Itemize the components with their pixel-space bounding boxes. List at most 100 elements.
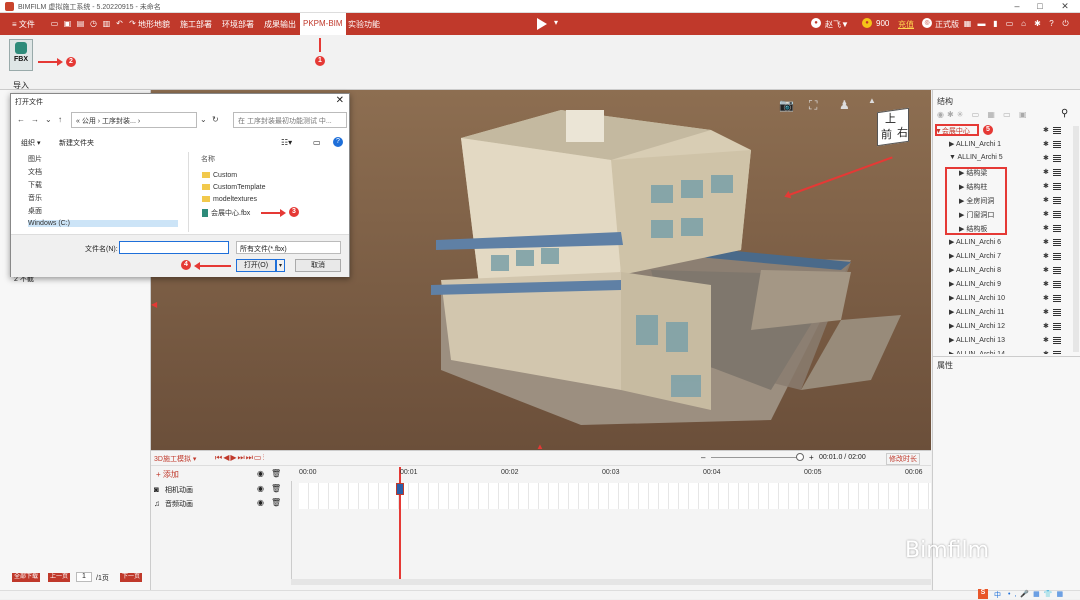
search-field[interactable]: 在 工序封装最初功能测试 中...	[233, 112, 347, 128]
file-menu[interactable]: ≡ 文件	[12, 19, 35, 30]
search-icon[interactable]: ⚲	[1061, 108, 1068, 119]
visibility-toggle-icon[interactable]: ✱	[1043, 308, 1051, 316]
nav-item-drive-c[interactable]: Windows (C:)	[28, 220, 178, 227]
organize-button[interactable]: 组织 ▾	[21, 138, 40, 148]
message-icon[interactable]: ▬	[977, 19, 986, 28]
keyframe[interactable]	[395, 483, 404, 495]
trash-icon[interactable]: 🗑	[271, 498, 281, 507]
address-bar[interactable]: « 公用 › 工序封装... ›	[71, 112, 197, 128]
visibility-toggle-icon[interactable]: ✱	[1043, 196, 1051, 204]
minimize-icon[interactable]: –	[1010, 1, 1024, 11]
layer-list-icon[interactable]	[1053, 309, 1061, 316]
tree-item[interactable]: ▶ ALLIN_Archi 13	[949, 336, 1005, 344]
nav-item-downloads[interactable]: 下载	[28, 180, 42, 190]
prev-page-button[interactable]: 上一页	[48, 573, 71, 582]
nav-item-music[interactable]: 音乐	[28, 193, 42, 203]
file-item-custom[interactable]: Custom	[202, 172, 237, 179]
playback-controls[interactable]: ⏮◀▶⏭⏭▭⫶	[215, 453, 265, 463]
menu-construction[interactable]: 施工部署	[180, 19, 212, 30]
viewcube-right[interactable]: 右	[897, 124, 908, 140]
download-all-button[interactable]: 全部下载	[12, 573, 41, 582]
nav-item-desktop[interactable]: 桌面	[28, 206, 42, 216]
new-folder-button[interactable]: 新建文件夹	[59, 138, 94, 148]
tree-item[interactable]: ▶ ALLIN_Archi 10	[949, 294, 1005, 302]
user-name[interactable]: 赵飞▼	[825, 19, 849, 30]
trash-icon[interactable]: 🗑	[271, 469, 281, 478]
tree-item[interactable]: ▶ ALLIN_Archi 8	[949, 266, 1001, 274]
time-slider-handle[interactable]	[796, 453, 804, 461]
layer-list-icon[interactable]	[1053, 141, 1061, 148]
new-file-icon[interactable]: ▭	[50, 19, 59, 28]
visibility-toggle-icon[interactable]: ✱	[1043, 336, 1051, 344]
redo-icon[interactable]: ↷	[128, 19, 137, 28]
layer-list-icon[interactable]	[1053, 211, 1061, 218]
tree-item[interactable]: ▶ ALLIN_Archi 12	[949, 322, 1005, 330]
nav-item-documents[interactable]: 文档	[28, 167, 42, 177]
settings-icon[interactable]: ✱	[1033, 19, 1042, 28]
menu-experimental[interactable]: 实验功能	[348, 19, 380, 30]
tree-item[interactable]: ▶ ALLIN_Archi 1	[949, 140, 1001, 148]
visibility-toggle-icon[interactable]: ✱	[1043, 294, 1051, 302]
monitor-icon[interactable]: ▭	[1005, 19, 1014, 28]
book-icon[interactable]: ▮	[991, 19, 1000, 28]
page-number-input[interactable]: 1	[76, 572, 92, 582]
tree-item[interactable]: ▶ ALLIN_Archi 9	[949, 280, 1001, 288]
home-icon[interactable]: ⌂	[1019, 19, 1028, 28]
forward-icon[interactable]: →	[31, 115, 39, 124]
maximize-icon[interactable]: □	[1033, 1, 1047, 11]
layer-list-icon[interactable]	[1053, 253, 1061, 260]
visibility-toggle-icon[interactable]: ✱	[1043, 252, 1051, 260]
nav-item-pictures[interactable]: 图片	[28, 154, 42, 164]
menu-output[interactable]: 成果输出	[264, 19, 296, 30]
layer-list-icon[interactable]	[1053, 323, 1061, 330]
delete-icon[interactable]: ▥	[102, 19, 111, 28]
viewcube-top[interactable]: 上	[885, 110, 896, 126]
layer-list-icon[interactable]	[1053, 337, 1061, 344]
next-page-button[interactable]: 下一页	[120, 573, 143, 582]
edit-duration-button[interactable]: 修改时长	[886, 453, 920, 465]
collapse-left-icon[interactable]: ◀	[151, 300, 157, 309]
menu-pkpm-bim[interactable]: PKPM-BIM	[300, 13, 346, 35]
time-slider[interactable]	[711, 457, 801, 458]
recharge-link[interactable]: 充值	[898, 19, 914, 30]
trash-icon[interactable]: 🗑	[271, 484, 281, 493]
screenshot-icon[interactable]: ⛶	[809, 98, 817, 113]
visibility-toggle-icon[interactable]: ✱	[1043, 154, 1051, 162]
play-dropdown-icon[interactable]: ▾	[554, 18, 558, 27]
timeline-scrollbar[interactable]	[291, 579, 931, 585]
view-icon[interactable]: ☷▾	[281, 138, 292, 147]
up-folder-icon[interactable]: ↑	[58, 115, 62, 124]
open-dropdown-icon[interactable]: ▾	[276, 259, 285, 272]
grid-icon[interactable]: ▦	[963, 19, 972, 28]
open-button[interactable]: 打开(O)	[236, 259, 276, 272]
camera-icon[interactable]: 📷	[779, 98, 794, 112]
layer-list-icon[interactable]	[1053, 225, 1061, 232]
visibility-toggle-icon[interactable]: ✱	[1043, 140, 1051, 148]
back-icon[interactable]: ←	[17, 115, 25, 124]
track-audio[interactable]: ♫ 音频动画 ◉ 🗑	[151, 497, 291, 511]
track-grid[interactable]	[299, 483, 931, 509]
undo-icon[interactable]: ↶	[115, 19, 124, 28]
viewcube-front[interactable]: 前	[881, 126, 892, 142]
refresh-icon[interactable]: ↻	[212, 115, 219, 124]
layer-list-icon[interactable]	[1053, 197, 1061, 204]
layer-list-icon[interactable]	[1053, 281, 1061, 288]
ime-toolbar-icons[interactable]: •,🎤▦👕▦	[1008, 590, 1067, 598]
fbx-import-button[interactable]: FBX	[9, 39, 33, 71]
save-as-icon[interactable]: ▤	[76, 19, 85, 28]
power-icon[interactable]: ⏻	[1061, 19, 1070, 28]
walk-mode-icon[interactable]: ♟	[839, 98, 850, 112]
track-camera[interactable]: ◙ 相机动画 ◉ 🗑	[151, 483, 291, 497]
filetype-select[interactable]: 所有文件(*.fbx)	[236, 241, 341, 254]
viewcube-up-icon[interactable]: ▲	[868, 96, 876, 105]
zoom-in-icon[interactable]: +	[809, 453, 814, 462]
cancel-button[interactable]: 取消	[295, 259, 341, 272]
tree-item[interactable]: ▶ ALLIN_Archi 14	[949, 350, 1005, 354]
filename-input[interactable]	[119, 241, 229, 254]
viewcube[interactable]: 上 前 右	[873, 107, 913, 148]
visibility-icon[interactable]: ◉	[257, 469, 264, 478]
layer-list-icon[interactable]	[1053, 183, 1061, 190]
play-icon[interactable]	[537, 18, 547, 30]
zoom-out-icon[interactable]: –	[701, 453, 705, 462]
visibility-toggle-icon[interactable]: ✱	[1043, 182, 1051, 190]
